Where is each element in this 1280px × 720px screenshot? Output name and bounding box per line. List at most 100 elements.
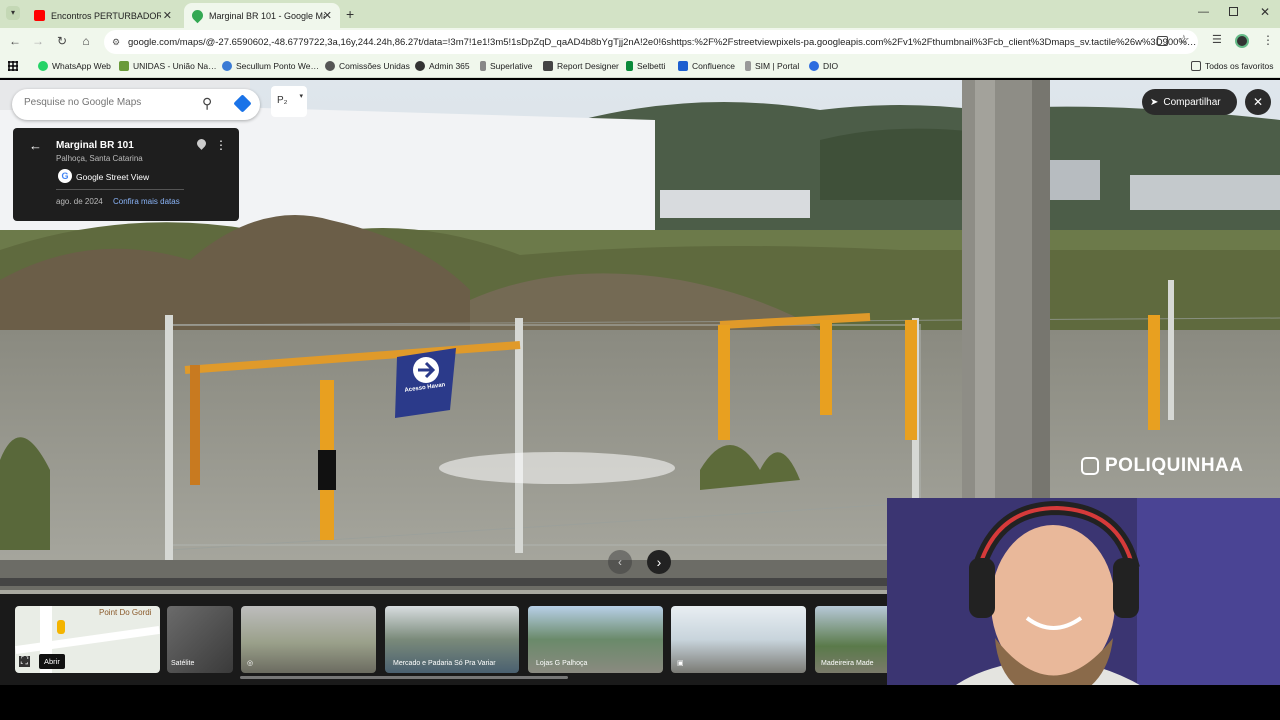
- site-info-icon[interactable]: ⚙: [112, 37, 120, 48]
- unidas-icon: [119, 61, 129, 71]
- more-dates-link[interactable]: Confira mais datas: [113, 197, 180, 206]
- selbetti-icon: [626, 61, 633, 71]
- bookmarks-bar: WhatsApp Web UNIDAS - União Na… Secullum…: [0, 56, 1280, 78]
- reload-icon[interactable]: ↻: [54, 33, 70, 49]
- url-text: google.com/maps/@-27.6590602,-48.6779722…: [128, 36, 1197, 48]
- photo-strip: Point Do Gordi ⛶ Abrir Satélite ◎ Mercad…: [0, 594, 890, 685]
- thumbnail-label: Satélite: [171, 660, 195, 667]
- capture-date: ago. de 2024: [56, 197, 103, 206]
- browser-tab-strip: ▾ Encontros PERTURBADORES e… ✕ Marginal …: [0, 0, 1280, 28]
- thumbnail-satellite[interactable]: Satélite: [167, 606, 233, 673]
- tab-title: Marginal BR 101 - Google Map: [209, 10, 325, 21]
- thumbnail-label: Madeireira Made: [821, 660, 874, 667]
- bookmark-item[interactable]: WhatsApp Web: [38, 61, 111, 71]
- restore-icon[interactable]: [1229, 7, 1238, 16]
- share-icon: ➤: [1150, 96, 1159, 108]
- prev-image-button[interactable]: ‹: [608, 550, 632, 574]
- url-field[interactable]: ⚙ google.com/maps/@-27.6590602,-48.67797…: [104, 30, 1198, 54]
- install-app-icon[interactable]: [1157, 36, 1168, 46]
- sim-portal-icon: [745, 61, 751, 71]
- directions-icon[interactable]: [233, 94, 252, 113]
- media-icon[interactable]: ☰: [1212, 33, 1222, 46]
- tab-search-dropdown-icon[interactable]: ▾: [6, 6, 20, 20]
- bookmark-item[interactable]: Confluence: [678, 61, 735, 71]
- search-icon[interactable]: ⚲: [202, 95, 212, 112]
- bookmark-item[interactable]: Selbetti: [626, 61, 665, 71]
- divider: [56, 189, 184, 190]
- close-tab-icon[interactable]: ✕: [163, 9, 172, 22]
- close-window-icon[interactable]: ✕: [1260, 5, 1270, 19]
- pegman-icon: [57, 620, 65, 634]
- bookmark-label: UNIDAS - União Na…: [133, 61, 217, 71]
- home-icon[interactable]: ⌂: [78, 33, 94, 49]
- photo-strip-scrollbar[interactable]: [240, 676, 568, 679]
- expand-icon[interactable]: ⛶: [19, 656, 30, 667]
- source-label: Google Street View: [76, 172, 150, 182]
- bookmark-label: Confluence: [692, 61, 736, 71]
- minimap-thumbnail[interactable]: Point Do Gordi ⛶ Abrir: [15, 606, 160, 673]
- next-image-button[interactable]: ›: [647, 550, 671, 574]
- admin365-icon: [415, 61, 425, 71]
- bookmark-item[interactable]: Superlative: [480, 61, 533, 71]
- maps-pin-icon: [189, 7, 206, 24]
- open-tooltip: Abrir: [39, 654, 65, 669]
- bookmark-label: SIM | Portal: [755, 61, 800, 71]
- youtube-icon: [34, 10, 45, 21]
- pin-icon[interactable]: [195, 137, 208, 150]
- bookmark-label: Todos os favoritos: [1205, 61, 1274, 71]
- comissoes-icon: [325, 61, 335, 71]
- bookmark-item[interactable]: UNIDAS - União Na…: [119, 61, 217, 71]
- location-subtitle: Palhoça, Santa Catarina: [56, 154, 143, 163]
- apps-grid-icon[interactable]: [8, 61, 18, 71]
- bookmark-star-icon[interactable]: ☆: [1178, 32, 1190, 48]
- instagram-icon: [1081, 457, 1099, 475]
- menu-icon[interactable]: ⋮: [1262, 33, 1274, 47]
- photo-icon: ▣: [677, 660, 684, 667]
- bookmark-label: Superlative: [490, 61, 533, 71]
- tab-marginal-br-101[interactable]: Marginal BR 101 - Google Map ✕: [184, 3, 340, 28]
- thumbnail-mercado[interactable]: Mercado e Padaria Só Pra Variar: [385, 606, 519, 673]
- minimize-icon[interactable]: —: [1198, 6, 1209, 18]
- report-designer-icon: [543, 61, 553, 71]
- letterbox: [0, 685, 1280, 720]
- thumbnail-madeireira[interactable]: Madeireira Made: [815, 606, 890, 673]
- new-tab-button[interactable]: +: [346, 6, 354, 22]
- bookmark-item[interactable]: Secullum Ponto We…: [222, 61, 319, 71]
- tab-encontros[interactable]: Encontros PERTURBADORES e… ✕: [26, 3, 180, 28]
- profile-avatar[interactable]: [1235, 34, 1249, 48]
- folder-icon: [1191, 61, 1201, 71]
- superlative-icon: [480, 61, 486, 71]
- tab-title: Encontros PERTURBADORES e…: [51, 10, 161, 21]
- forward-icon[interactable]: →: [30, 33, 46, 49]
- bookmark-item[interactable]: SIM | Portal: [745, 61, 799, 71]
- search-input[interactable]: [24, 97, 194, 108]
- bookmark-item[interactable]: Comissões Unidas: [325, 61, 410, 71]
- bookmark-label: Selbetti: [637, 61, 666, 71]
- bookmark-item[interactable]: Admin 365: [415, 61, 470, 71]
- bookmark-item[interactable]: Report Designer: [543, 61, 619, 71]
- whatsapp-icon: [38, 61, 48, 71]
- thumbnail-lojas[interactable]: Lojas G Palhoça: [528, 606, 663, 673]
- thumbnail-label: Mercado e Padaria Só Pra Variar: [393, 660, 496, 667]
- close-street-view-icon[interactable]: ✕: [1245, 89, 1271, 115]
- bookmark-label: WhatsApp Web: [52, 61, 111, 71]
- confluence-icon: [678, 61, 688, 71]
- close-tab-icon[interactable]: ✕: [323, 9, 332, 22]
- thumbnail-gas-station[interactable]: ▣: [671, 606, 806, 673]
- back-icon[interactable]: ←: [7, 33, 23, 49]
- dio-icon: [809, 61, 819, 71]
- share-button[interactable]: ➤ Compartilhar: [1142, 89, 1237, 115]
- layers-label: P₂: [277, 95, 288, 106]
- street-view-info-card: ← Marginal BR 101 Palhoça, Santa Catarin…: [13, 128, 239, 221]
- layers-toggle[interactable]: P₂ ▾: [271, 86, 307, 117]
- bookmark-label: Admin 365: [429, 61, 470, 71]
- more-options-icon[interactable]: ⋮: [215, 138, 227, 152]
- bookmark-item[interactable]: DIO: [809, 61, 838, 71]
- instagram-watermark: POLIQUINHAA: [1081, 455, 1244, 477]
- thumbnail-image[interactable]: ◎: [241, 606, 376, 673]
- bookmark-label: DIO: [823, 61, 839, 71]
- back-arrow-icon[interactable]: ←: [29, 138, 42, 153]
- bookmark-label: Comissões Unidas: [339, 61, 410, 71]
- all-bookmarks-folder[interactable]: Todos os favoritos: [1191, 61, 1274, 71]
- search-box[interactable]: ⚲: [12, 89, 260, 120]
